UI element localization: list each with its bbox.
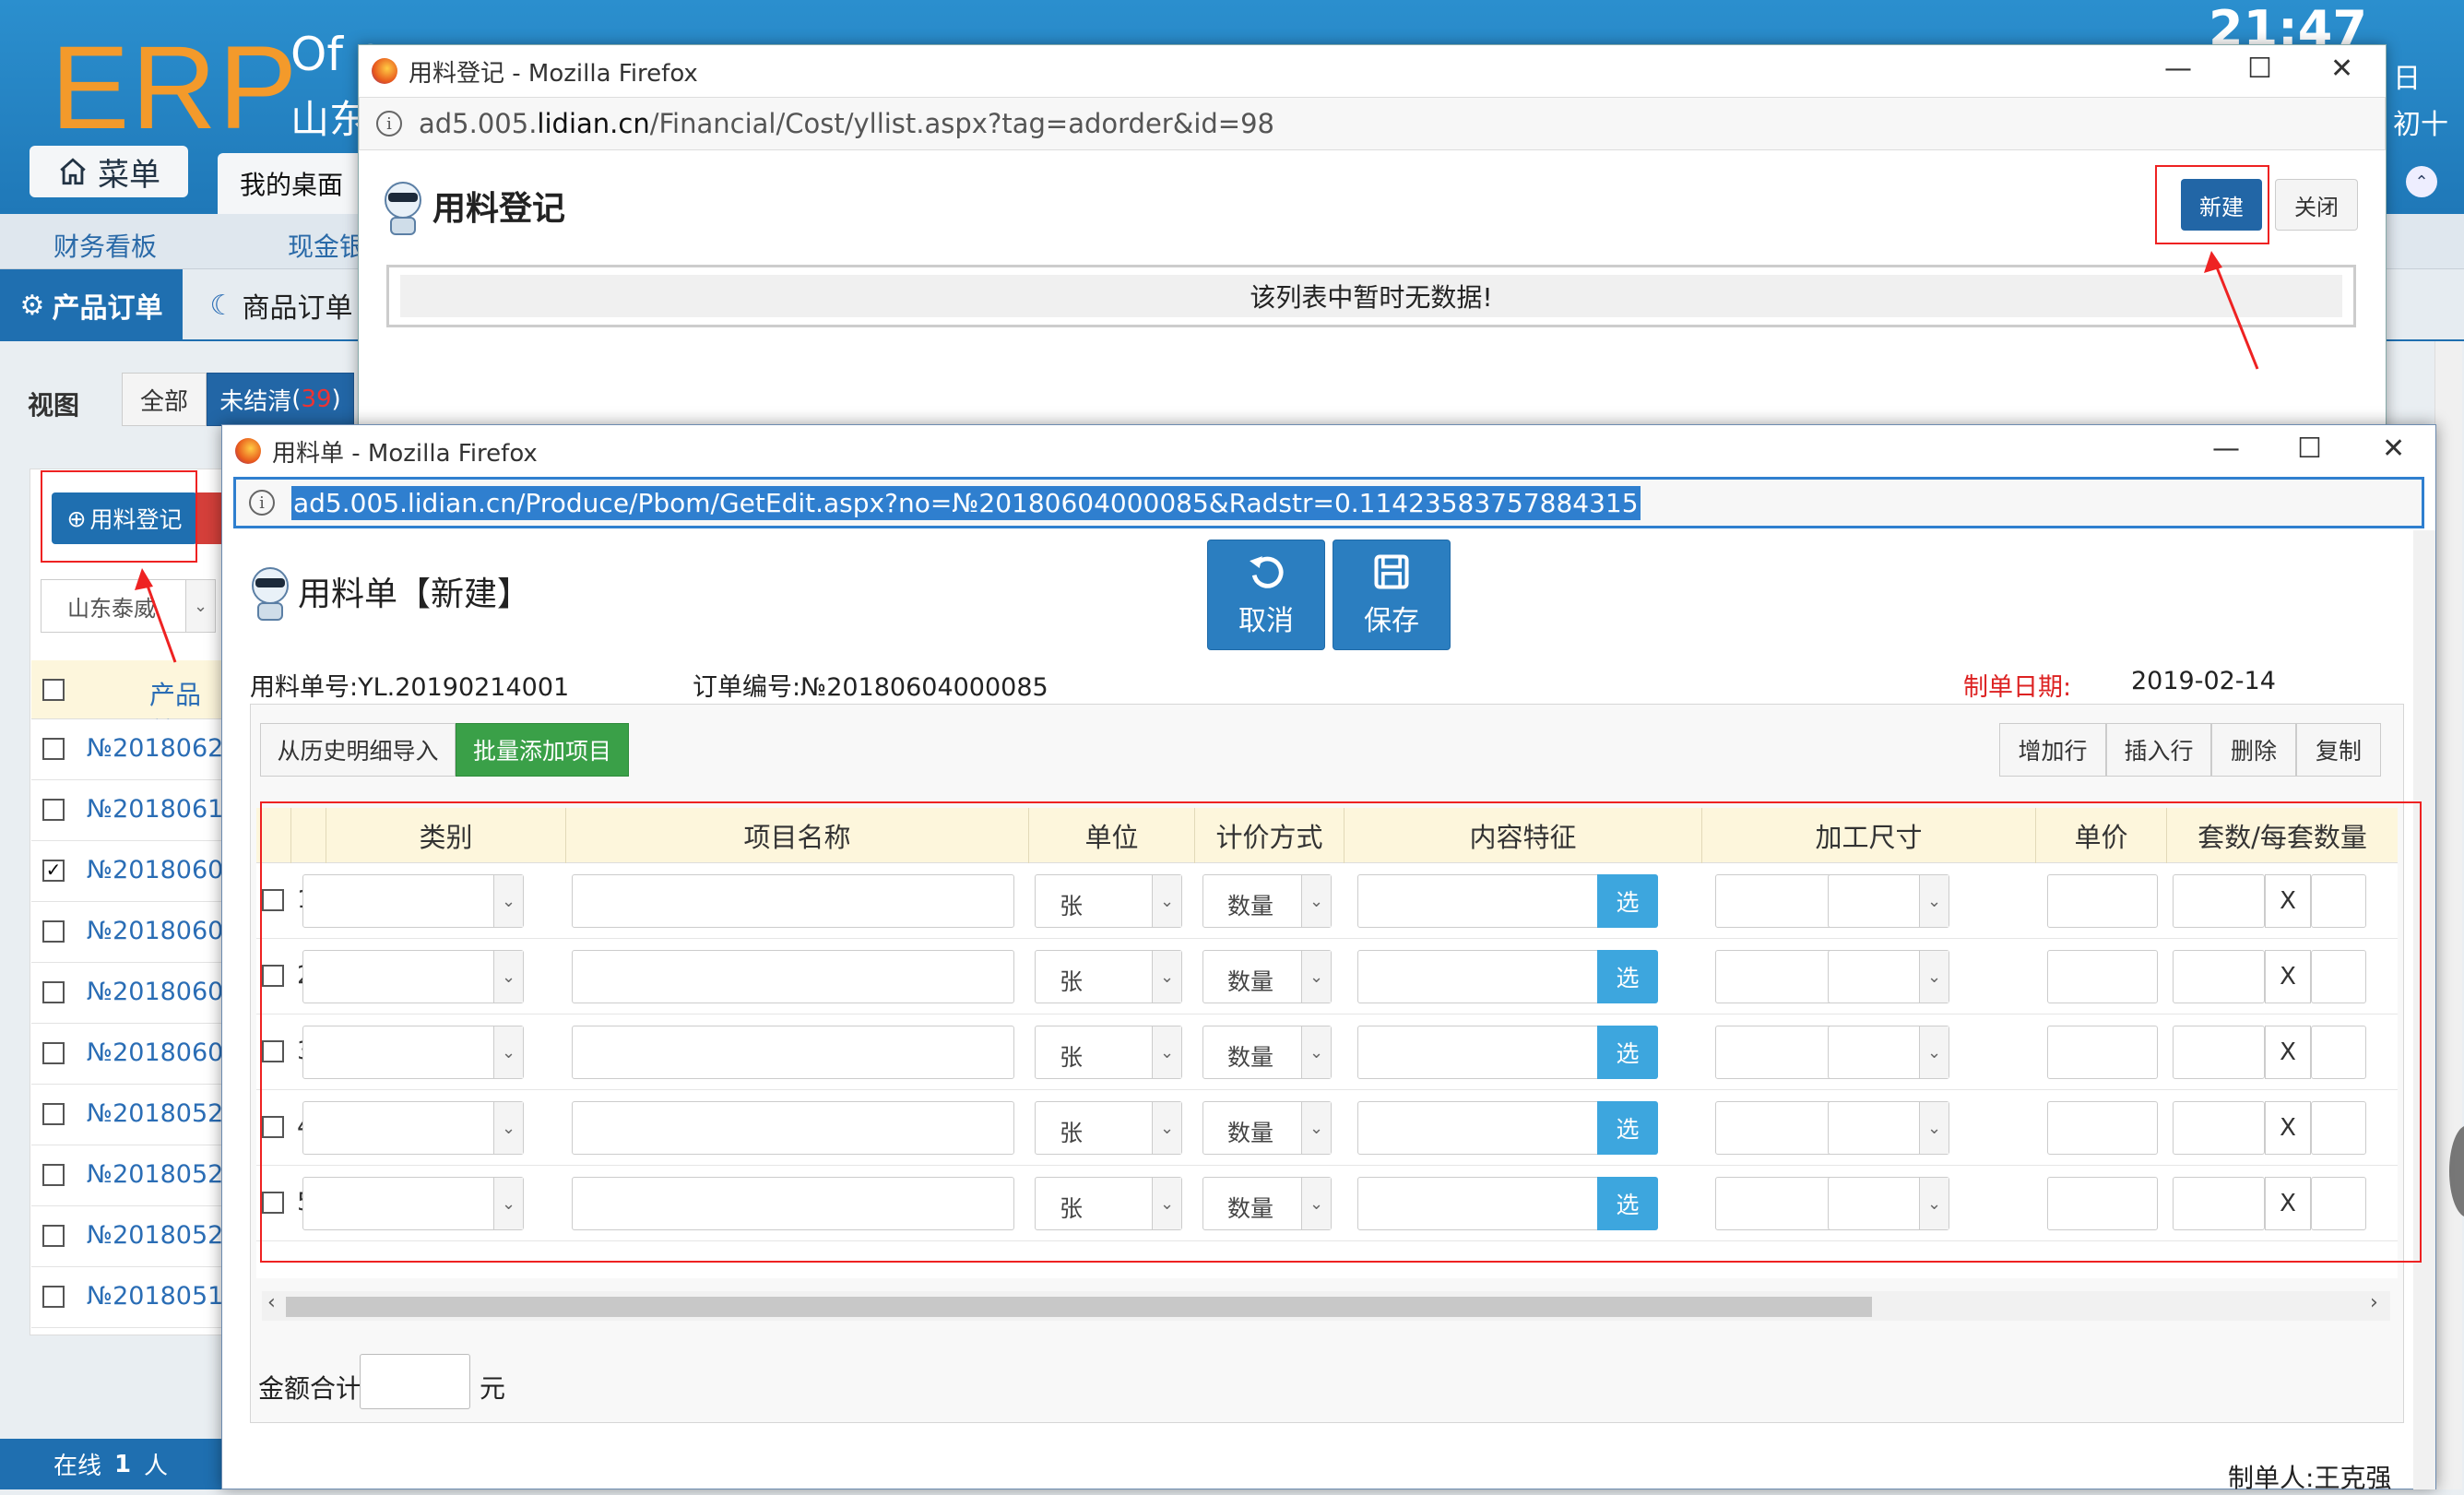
mascot-icon bbox=[248, 562, 292, 621]
annotation-arrow-line bbox=[142, 575, 177, 663]
material-no-label: 用料单号: bbox=[250, 673, 359, 702]
total-amount-input[interactable] bbox=[360, 1354, 470, 1409]
order-no: 订单编号:№20180604000085 bbox=[693, 667, 1048, 703]
window-titlebar[interactable]: 用料单 - Mozilla Firefox — ☐ ✕ bbox=[222, 425, 2435, 477]
scroll-right-icon[interactable]: › bbox=[2370, 1291, 2378, 1314]
save-icon bbox=[1374, 554, 1409, 589]
minimize-icon[interactable]: — bbox=[2212, 433, 2240, 465]
url-text-selected: ad5.005.lidian.cn/Produce/Pbom/GetEdit.a… bbox=[291, 485, 1641, 520]
form-title-text: 用料单【新建】 bbox=[298, 575, 531, 613]
horizontal-scrollbar[interactable]: ‹ › bbox=[262, 1291, 2390, 1321]
delete-button[interactable]: 删除 bbox=[2211, 723, 2296, 777]
add-row-button[interactable]: 增加行 bbox=[1999, 723, 2106, 777]
batch-add-button[interactable]: 批量添加项目 bbox=[456, 723, 629, 777]
save-button[interactable]: 保存 bbox=[1333, 540, 1451, 650]
copy-button[interactable]: 复制 bbox=[2296, 723, 2381, 777]
firefox-icon bbox=[235, 438, 261, 464]
annotation-arrowhead bbox=[135, 568, 153, 590]
import-history-button[interactable]: 从历史明细导入 bbox=[260, 723, 456, 777]
total-amount-label: 金额合计: bbox=[258, 1373, 371, 1404]
cancel-label: 取消 bbox=[1238, 605, 1294, 637]
insert-row-button[interactable]: 插入行 bbox=[2106, 723, 2211, 777]
material-no: 用料单号:YL.20190214001 bbox=[250, 667, 569, 703]
scroll-left-icon[interactable]: ‹ bbox=[267, 1291, 276, 1314]
scrollbar-thumb[interactable] bbox=[286, 1297, 1872, 1317]
form-title: 用料单【新建】 bbox=[248, 562, 530, 621]
order-no-label: 订单编号: bbox=[693, 673, 801, 702]
undo-icon bbox=[1250, 556, 1284, 588]
close-icon[interactable]: ✕ bbox=[2382, 433, 2405, 465]
annotation-arrow-line bbox=[2211, 257, 2259, 370]
date-value: 2019-02-14 bbox=[2131, 667, 2276, 695]
annotation-box bbox=[260, 801, 2422, 1263]
save-label: 保存 bbox=[1364, 605, 1419, 637]
maker-label: 制单人: bbox=[2228, 1463, 2315, 1493]
maker-name: 王克强 bbox=[2314, 1463, 2392, 1493]
info-icon[interactable]: i bbox=[249, 490, 275, 516]
window-title: 用料单 - Mozilla Firefox bbox=[272, 439, 538, 468]
date-label: 制单日期: bbox=[1963, 673, 2072, 702]
annotation-arrowhead bbox=[2204, 251, 2222, 273]
cancel-button[interactable]: 取消 bbox=[1207, 540, 1325, 650]
maximize-icon[interactable]: ☐ bbox=[2297, 433, 2322, 465]
total-amount-unit: 元 bbox=[480, 1373, 506, 1404]
order-no-value: №20180604000085 bbox=[800, 673, 1048, 702]
url-bar[interactable]: i ad5.005.lidian.cn/Produce/Pbom/GetEdit… bbox=[233, 477, 2424, 528]
material-no-value: YL.20190214001 bbox=[358, 673, 570, 702]
maker: 制单人:王克强 bbox=[2228, 1458, 2391, 1495]
